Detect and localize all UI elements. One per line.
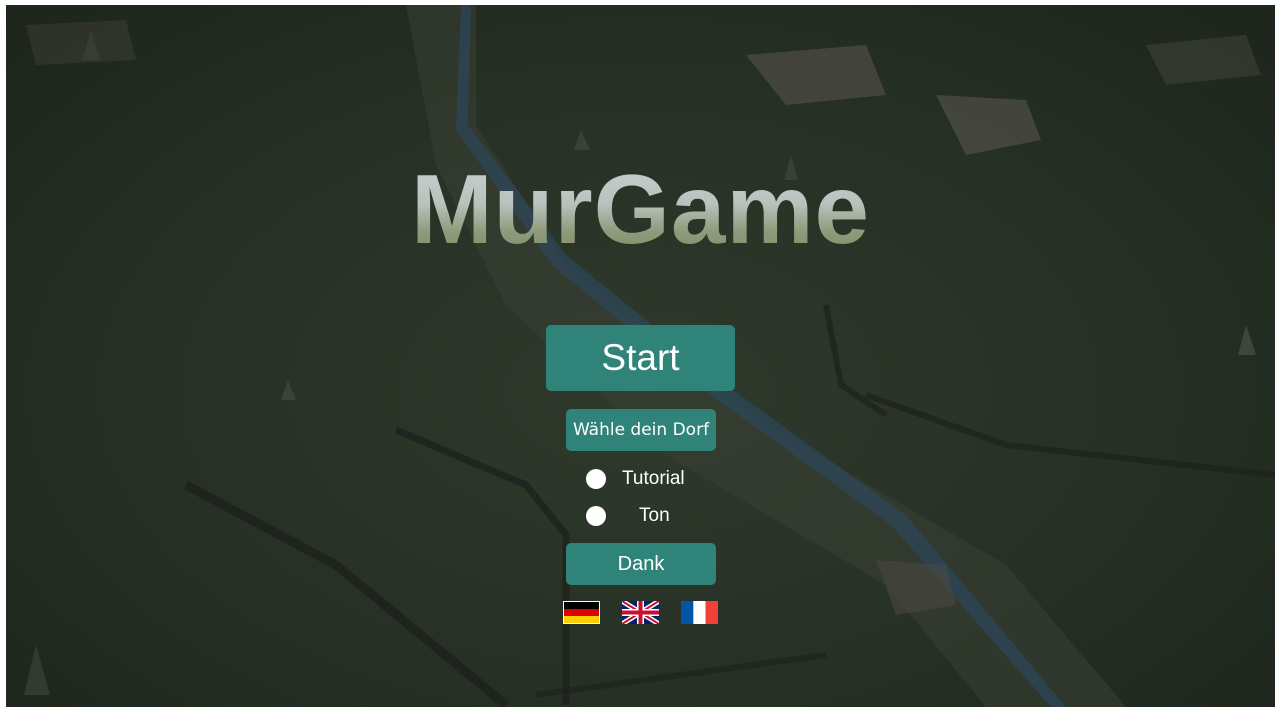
tutorial-radio[interactable] [586,469,606,489]
tutorial-label: Tutorial [622,468,685,489]
game-title: MurGame [6,153,1275,266]
sound-radio[interactable] [586,506,606,526]
tutorial-toggle[interactable]: Tutorial [586,467,706,491]
uk-flag-icon[interactable] [622,601,659,624]
start-button[interactable]: Start [546,325,735,391]
credits-button[interactable]: Dank [566,543,716,585]
french-flag-icon[interactable] [681,601,718,624]
game-menu-screen: MurGame Start Wähle dein Dorf Tutorial T… [6,5,1275,707]
sound-toggle[interactable]: Ton [586,504,706,528]
sound-label: Ton [639,505,670,526]
choose-village-button[interactable]: Wähle dein Dorf [566,409,716,451]
german-flag-icon[interactable] [563,601,600,624]
